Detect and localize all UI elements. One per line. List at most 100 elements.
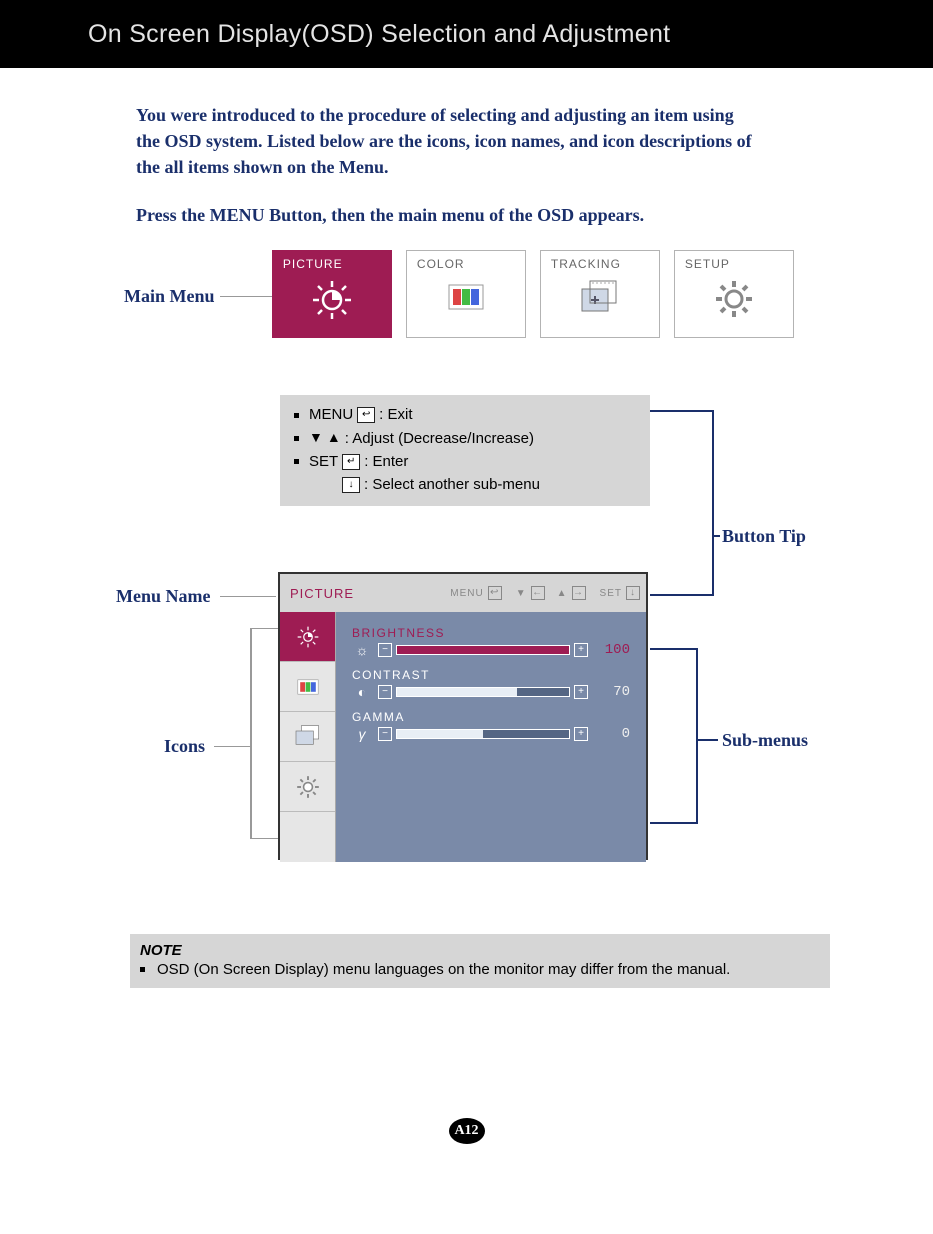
plus-icon: +: [574, 643, 588, 657]
note-box: NOTE OSD (On Screen Display) menu langua…: [130, 934, 830, 988]
bullet-icon: [140, 967, 145, 972]
callout-sub-menus: Sub-menus: [722, 730, 808, 751]
button-tip-box: MENU ↩ : Exit ▼ ▲ : Adjust (Decrease/Inc…: [280, 395, 650, 506]
down-select-icon: ↓: [626, 586, 640, 600]
bracket-line: [250, 628, 278, 629]
tab-label: COLOR: [413, 257, 519, 271]
page-number: A12: [449, 1118, 485, 1144]
up-arrow-icon: ▲: [327, 427, 341, 449]
submenu-value: 100: [594, 642, 630, 658]
left-icon: ←: [531, 586, 545, 600]
diagram-area: Main Menu PICTURE COLOR: [60, 250, 873, 910]
bracket-line: [712, 535, 720, 537]
bullet-icon: [294, 413, 299, 418]
slider-bar[interactable]: [396, 687, 570, 697]
exit-icon: ↩: [488, 586, 502, 600]
submenu-value: 70: [594, 684, 630, 700]
tab-label: SETUP: [681, 257, 787, 271]
bracket-line: [650, 410, 714, 412]
plus-icon: +: [574, 685, 588, 699]
sun-icon: ☼: [352, 642, 372, 658]
btn-tip-set-desc: : Enter: [364, 450, 408, 473]
osd-nav-hints: MENU ↩ ▼ ← ▲ → SET ↓: [388, 586, 646, 600]
btn-tip-select-desc: : Select another sub-menu: [364, 473, 540, 496]
osd-nav-menu: MENU: [450, 588, 483, 599]
gear-icon: [712, 277, 756, 321]
btn-tip-adjust-desc: : Adjust (Decrease/Increase): [345, 427, 534, 450]
exit-icon: ↩: [357, 407, 375, 423]
page-title: On Screen Display(OSD) Selection and Adj…: [88, 20, 670, 49]
right-icon: →: [572, 586, 586, 600]
submenu-label: BRIGHTNESS: [352, 626, 630, 640]
gamma-icon: γ: [352, 726, 372, 742]
submenu-value: 0: [594, 726, 630, 742]
submenu-contrast[interactable]: CONTRAST ◐ − + 70: [352, 668, 630, 700]
osd-menu-name: PICTURE: [290, 586, 380, 601]
up-arrow-icon: ▲: [557, 588, 568, 599]
intro-p1: You were introduced to the procedure of …: [136, 102, 756, 180]
tab-label: PICTURE: [279, 257, 385, 271]
page-header: On Screen Display(OSD) Selection and Adj…: [0, 0, 933, 68]
submenu-gamma[interactable]: GAMMA γ − + 0: [352, 710, 630, 742]
bracket-line: [712, 410, 714, 596]
btn-tip-set-label: SET: [309, 450, 338, 473]
intro-block: You were introduced to the procedure of …: [136, 102, 756, 228]
page-body: You were introduced to the procedure of …: [0, 68, 933, 1164]
tab-picture[interactable]: PICTURE: [272, 250, 392, 338]
brightness-icon: [294, 623, 322, 651]
btn-tip-menu-desc: : Exit: [379, 403, 412, 426]
callout-menu-name: Menu Name: [116, 586, 210, 607]
bracket-line: [250, 628, 252, 838]
submenu-label: GAMMA: [352, 710, 630, 724]
intro-p2: Press the MENU Button, then the main men…: [136, 202, 756, 228]
callout-icons: Icons: [164, 736, 205, 757]
bracket-line: [650, 822, 698, 824]
submenu-brightness[interactable]: BRIGHTNESS ☼ − + 100: [352, 626, 630, 658]
main-menu-tabs: PICTURE COLOR: [272, 250, 794, 338]
tab-setup[interactable]: SETUP: [674, 250, 794, 338]
osd-title-bar: PICTURE MENU ↩ ▼ ← ▲ → SET ↓: [280, 574, 646, 612]
color-icon: [293, 675, 323, 699]
callout-line: [220, 296, 272, 297]
down-arrow-icon: ▼: [516, 588, 527, 599]
bracket-line: [650, 648, 698, 650]
bracket-line: [650, 594, 714, 596]
minus-icon: −: [378, 685, 392, 699]
slider-bar[interactable]: [396, 729, 570, 739]
bracket-line: [250, 838, 278, 839]
bullet-icon: [294, 436, 299, 441]
callout-line: [214, 746, 250, 747]
tab-label: TRACKING: [547, 257, 653, 271]
osd-side-icons: [280, 612, 336, 862]
note-title: NOTE: [140, 942, 820, 959]
tab-tracking[interactable]: TRACKING: [540, 250, 660, 338]
osd-submenu-panel: BRIGHTNESS ☼ − + 100 CONTRAST: [336, 612, 646, 862]
note-body: OSD (On Screen Display) menu languages o…: [157, 961, 730, 978]
bullet-icon: [294, 459, 299, 464]
tracking-icon: [576, 277, 624, 319]
gear-icon: [294, 773, 322, 801]
bracket-line: [696, 739, 718, 741]
osd-icon-setup[interactable]: [280, 762, 335, 812]
minus-icon: −: [378, 727, 392, 741]
page-number-wrap: A12: [60, 1118, 873, 1164]
osd-nav-set: SET: [600, 588, 622, 599]
bracket-line: [696, 648, 698, 824]
btn-tip-menu-label: MENU: [309, 403, 353, 426]
osd-icon-tracking[interactable]: [280, 712, 335, 762]
enter-icon: ↵: [342, 454, 360, 470]
down-select-icon: ↓: [342, 477, 360, 493]
callout-line: [220, 596, 276, 597]
down-arrow-icon: ▼: [309, 427, 323, 449]
osd-icon-brightness[interactable]: [280, 612, 335, 662]
contrast-icon: ◐: [352, 684, 372, 700]
plus-icon: +: [574, 727, 588, 741]
osd-icon-color[interactable]: [280, 662, 335, 712]
brightness-icon: [309, 277, 355, 323]
submenu-label: CONTRAST: [352, 668, 630, 682]
callout-main-menu: Main Menu: [124, 286, 215, 307]
tab-color[interactable]: COLOR: [406, 250, 526, 338]
minus-icon: −: [378, 643, 392, 657]
callout-button-tip: Button Tip: [722, 526, 806, 547]
slider-bar[interactable]: [396, 645, 570, 655]
